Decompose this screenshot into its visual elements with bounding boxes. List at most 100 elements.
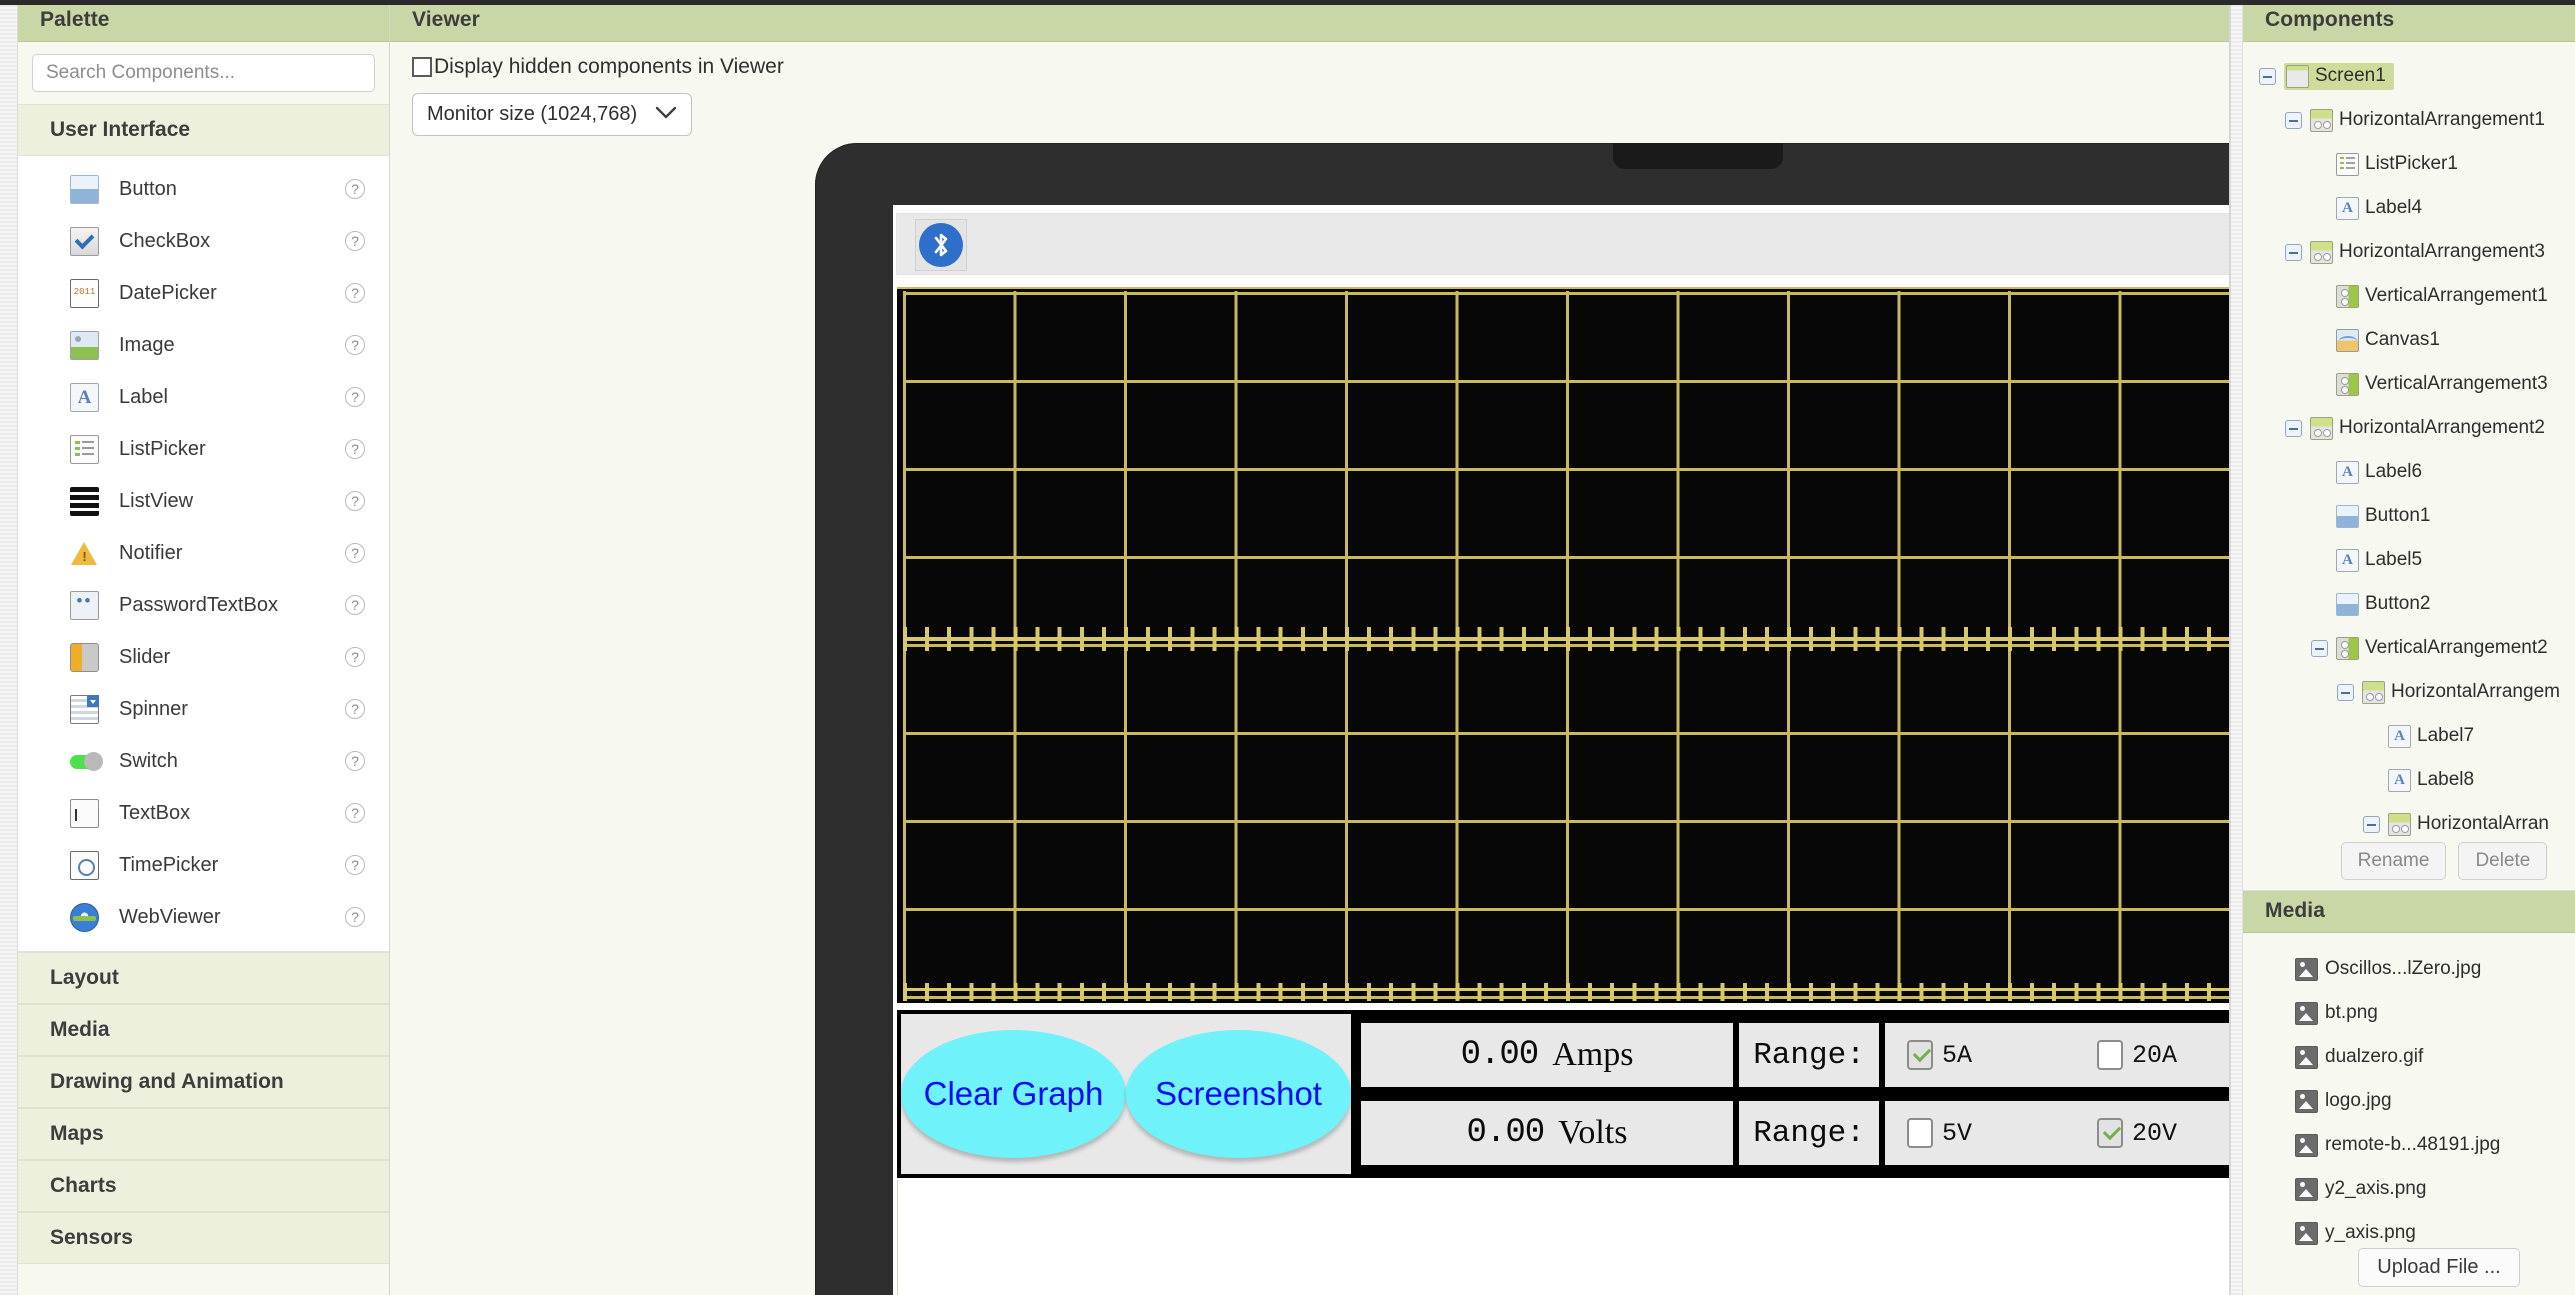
- amps-checkbox-20a[interactable]: [2097, 1040, 2123, 1070]
- tree-node-button2[interactable]: Button2: [2243, 582, 2575, 626]
- palette-category-user-interface[interactable]: User Interface: [18, 104, 389, 156]
- help-icon[interactable]: ?: [345, 439, 365, 459]
- help-icon[interactable]: ?: [345, 855, 365, 875]
- volts-option-20v[interactable]: 20V: [2097, 1118, 2230, 1148]
- delete-button[interactable]: Delete: [2458, 842, 2547, 880]
- palette-category-layout[interactable]: Layout: [18, 952, 389, 1004]
- palette-item-label: Spinner: [119, 698, 188, 721]
- palette-item-listpicker[interactable]: ListPicker?: [18, 423, 389, 475]
- volts-option-5v[interactable]: 5V: [1907, 1118, 2097, 1148]
- palette-item-label[interactable]: ALabel?: [18, 371, 389, 423]
- palette-item-spinner[interactable]: Spinner?: [18, 683, 389, 735]
- palette-item-button[interactable]: Button?: [18, 163, 389, 215]
- listpicker-bluetooth-button[interactable]: [915, 219, 967, 271]
- right-scrollbar[interactable]: [2231, 0, 2243, 1295]
- volts-checkbox-5v[interactable]: [1907, 1118, 1933, 1148]
- help-icon[interactable]: ?: [345, 907, 365, 927]
- help-icon[interactable]: ?: [345, 647, 365, 667]
- palette-item-datepicker[interactable]: DatePicker?: [18, 267, 389, 319]
- tree-node-verticalarrangement3[interactable]: VerticalArrangement3: [2243, 362, 2575, 406]
- tree-node-horizontalarran[interactable]: HorizontalArran: [2243, 802, 2575, 846]
- palette-scrollbar[interactable]: [0, 0, 18, 1295]
- tree-node-screen1[interactable]: Screen1: [2243, 54, 2575, 98]
- palette-item-passwordtextbox[interactable]: PasswordTextBox?: [18, 579, 389, 631]
- media-file-row[interactable]: dualzero.gif: [2243, 1035, 2575, 1079]
- help-icon[interactable]: ?: [345, 543, 365, 563]
- palette-category-sensors[interactable]: Sensors: [18, 1212, 389, 1264]
- palette-title: Palette: [18, 0, 389, 42]
- tree-node-label6[interactable]: ALabel6: [2243, 450, 2575, 494]
- amps-checkbox-5a[interactable]: [1907, 1040, 1933, 1070]
- palette-user-interface-list: Button?CheckBox?DatePicker?Image?ALabel?…: [18, 156, 389, 952]
- palette-item-webviewer[interactable]: WebViewer?: [18, 891, 389, 943]
- help-icon[interactable]: ?: [345, 335, 365, 355]
- media-file-name: dualzero.gif: [2325, 1046, 2423, 1068]
- tree-node-horizontalarrangement2[interactable]: HorizontalArrangement2: [2243, 406, 2575, 450]
- monitor-size-select[interactable]: Monitor size (1024,768): [412, 93, 692, 136]
- tree-collapse-toggle[interactable]: [2337, 684, 2354, 701]
- palette-item-listview[interactable]: ListView?: [18, 475, 389, 527]
- palette-item-notifier[interactable]: Notifier?: [18, 527, 389, 579]
- tree-node-canvas1[interactable]: Canvas1: [2243, 318, 2575, 362]
- tree-node-content: HorizontalArrangem: [2362, 681, 2560, 704]
- canvas1-oscilloscope[interactable]: [897, 287, 2230, 1003]
- amps-option-5a[interactable]: 5A: [1907, 1040, 2097, 1070]
- palette-category-media[interactable]: Media: [18, 1004, 389, 1056]
- tree-node-label7[interactable]: ALabel7: [2243, 714, 2575, 758]
- clear-graph-button[interactable]: Clear Graph: [901, 1030, 1126, 1158]
- palette-item-switch[interactable]: Switch?: [18, 735, 389, 787]
- media-title: Media: [2243, 891, 2575, 933]
- palette-item-label: TextBox: [119, 802, 190, 825]
- palette-category-charts[interactable]: Charts: [18, 1160, 389, 1212]
- tree-node-verticalarrangement1[interactable]: VerticalArrangement1: [2243, 274, 2575, 318]
- search-input[interactable]: [32, 54, 375, 92]
- palette-item-textbox[interactable]: TextBox?: [18, 787, 389, 839]
- tree-collapse-toggle[interactable]: [2259, 68, 2276, 85]
- display-hidden-components-checkbox[interactable]: [412, 57, 432, 77]
- tree-collapse-toggle[interactable]: [2285, 112, 2302, 129]
- tree-node-listpicker1[interactable]: ListPicker1: [2243, 142, 2575, 186]
- tree-node-horizontalarrangement3[interactable]: HorizontalArrangement3: [2243, 230, 2575, 274]
- help-icon[interactable]: ?: [345, 491, 365, 511]
- media-file-row[interactable]: Oscillos...lZero.jpg: [2243, 947, 2575, 991]
- tree-node-label8[interactable]: ALabel8: [2243, 758, 2575, 802]
- display-hidden-components-row[interactable]: Display hidden components in Viewer: [412, 55, 2229, 79]
- help-icon[interactable]: ?: [345, 179, 365, 199]
- palette-category-maps[interactable]: Maps: [18, 1108, 389, 1160]
- rename-button[interactable]: Rename: [2341, 842, 2447, 880]
- help-icon[interactable]: ?: [345, 283, 365, 303]
- media-file-row[interactable]: y2_axis.png: [2243, 1167, 2575, 1211]
- tree-node-label4[interactable]: ALabel4: [2243, 186, 2575, 230]
- volts-row: 0.00 Volts Range: 5V: [1357, 1098, 2230, 1168]
- volts-checkbox-20v[interactable]: [2097, 1118, 2123, 1148]
- tree-node-verticalarrangement2[interactable]: VerticalArrangement2: [2243, 626, 2575, 670]
- tree-collapse-toggle[interactable]: [2285, 244, 2302, 261]
- screenshot-button[interactable]: Screenshot: [1126, 1030, 1351, 1158]
- help-icon[interactable]: ?: [345, 699, 365, 719]
- media-file-row[interactable]: logo.jpg: [2243, 1079, 2575, 1123]
- help-icon[interactable]: ?: [345, 803, 365, 823]
- palette-item-slider[interactable]: Slider?: [18, 631, 389, 683]
- palette-item-checkbox[interactable]: CheckBox?: [18, 215, 389, 267]
- tree-node-button1[interactable]: Button1: [2243, 494, 2575, 538]
- palette-item-timepicker[interactable]: TimePicker?: [18, 839, 389, 891]
- palette-item-image[interactable]: Image?: [18, 319, 389, 371]
- tree-node-content: HorizontalArrangement2: [2310, 417, 2545, 440]
- chevron-down-icon: [655, 104, 677, 125]
- help-icon[interactable]: ?: [345, 231, 365, 251]
- tree-collapse-toggle[interactable]: [2363, 816, 2380, 833]
- amps-option-20a[interactable]: 20A: [2097, 1040, 2230, 1070]
- help-icon[interactable]: ?: [345, 595, 365, 615]
- tree-collapse-toggle[interactable]: [2311, 640, 2328, 657]
- palette-category-drawing-and-animation[interactable]: Drawing and Animation: [18, 1056, 389, 1108]
- upload-file-button[interactable]: Upload File ...: [2358, 1248, 2519, 1287]
- tree-collapse-toggle[interactable]: [2285, 420, 2302, 437]
- tree-toggle-spacer: [2311, 508, 2328, 525]
- tree-node-label5[interactable]: ALabel5: [2243, 538, 2575, 582]
- tree-node-horizontalarrangem[interactable]: HorizontalArrangem: [2243, 670, 2575, 714]
- help-icon[interactable]: ?: [345, 751, 365, 771]
- help-icon[interactable]: ?: [345, 387, 365, 407]
- tree-node-horizontalarrangement1[interactable]: HorizontalArrangement1: [2243, 98, 2575, 142]
- media-file-row[interactable]: bt.png: [2243, 991, 2575, 1035]
- media-file-row[interactable]: remote-b...48191.jpg: [2243, 1123, 2575, 1167]
